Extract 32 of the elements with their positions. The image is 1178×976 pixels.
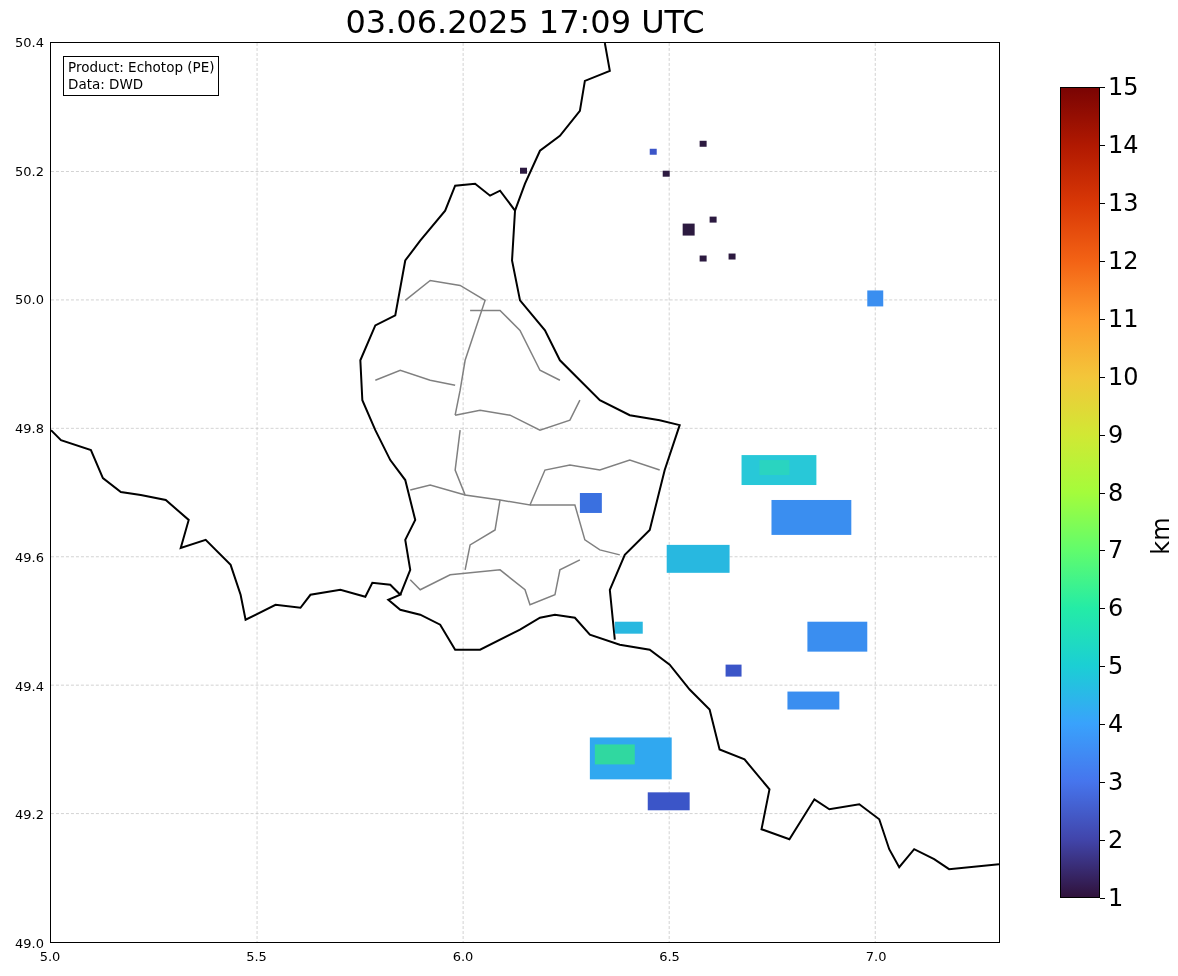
tick-label: 5.5	[246, 949, 267, 964]
tick-label: 6.5	[659, 949, 680, 964]
colorbar-tick-label: 5	[1108, 652, 1124, 681]
info-text: Data: DWD	[68, 76, 145, 93]
colorbar-tick-label: 6	[1108, 594, 1124, 623]
tick-label: 49.6	[15, 549, 44, 565]
tick-label: 49.4	[15, 678, 44, 694]
colorbar-tick-label: 2	[1108, 826, 1124, 855]
tick-label: 7.0	[865, 949, 887, 964]
tick-label: 50.2	[15, 163, 44, 179]
colorbar-tick-label: 14	[1108, 130, 1139, 159]
tick-label: 50.0	[15, 291, 44, 307]
colorbar-tick-label: 13	[1108, 188, 1139, 217]
colorbar-tick-label: 15	[1108, 73, 1139, 101]
tick-label: 49.2	[15, 806, 44, 822]
colorbar-tick-label: 9	[1108, 420, 1124, 449]
info-text: Product: Echotop (PE)	[68, 59, 215, 76]
colorbar-tick-label: 3	[1108, 768, 1124, 797]
tick-label: 49.0	[15, 935, 44, 951]
tick-label: 6.0	[452, 949, 474, 964]
colorbar-tick-label: 11	[1108, 304, 1139, 333]
colorbar-tick-label: 8	[1108, 478, 1124, 507]
colorbar-tick-label: 7	[1108, 536, 1124, 565]
colorbar-tick-label: 1	[1108, 884, 1124, 912]
chart-title: 03.06.2025 17:09 UTC	[344, 2, 706, 42]
tick-label: 5.0	[39, 949, 61, 964]
colorbar-tick-label: 4	[1108, 710, 1124, 739]
tick-label: 50.4	[15, 34, 44, 50]
colorbar-tick-label: 12	[1108, 246, 1139, 275]
tick-label: 49.8	[15, 420, 44, 436]
colorbar-tick-label: 10	[1108, 362, 1139, 391]
colorbar-label: km	[1146, 517, 1175, 555]
